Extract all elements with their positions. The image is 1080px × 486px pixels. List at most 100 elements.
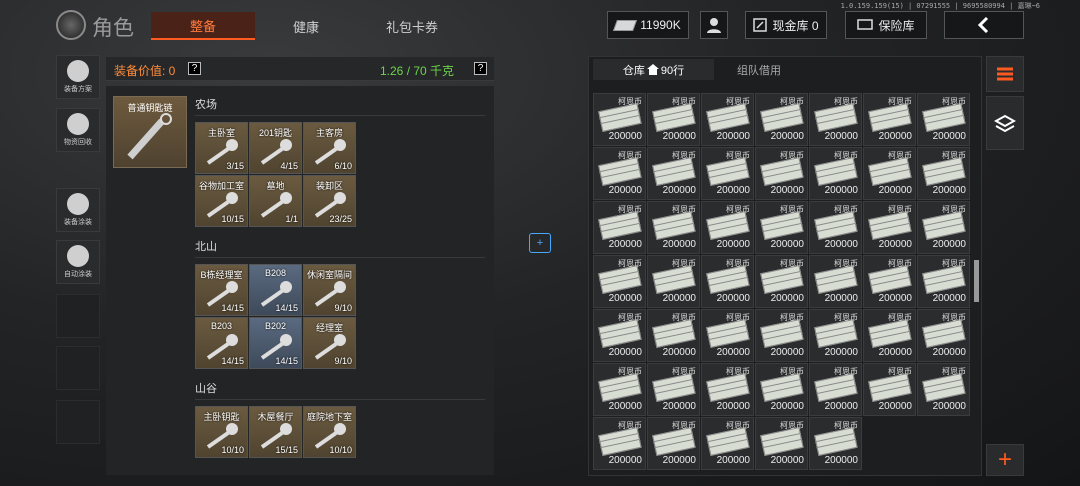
- item-count: 200000: [608, 293, 642, 304]
- money-value: 11990K: [640, 18, 681, 32]
- currency-item[interactable]: 柯恩币 200000: [593, 93, 646, 146]
- currency-item[interactable]: 柯恩币 200000: [809, 363, 862, 416]
- currency-item[interactable]: 柯恩币 200000: [755, 417, 808, 470]
- organize-button[interactable]: [986, 96, 1024, 150]
- key-slot[interactable]: 庭院地下室 10/10: [303, 406, 356, 458]
- tab-equip[interactable]: 整备: [151, 12, 255, 40]
- item-name: 柯恩币: [780, 97, 804, 106]
- currency-item[interactable]: 柯恩币 200000: [755, 201, 808, 254]
- currency-item[interactable]: 柯恩币 200000: [917, 147, 970, 200]
- currency-item[interactable]: 柯恩币 200000: [809, 309, 862, 362]
- item-count: 200000: [932, 401, 966, 412]
- currency-item[interactable]: 柯恩币 200000: [647, 309, 700, 362]
- agent-button[interactable]: [700, 11, 728, 39]
- key-slot[interactable]: 经理室 9/10: [303, 317, 356, 369]
- currency-item[interactable]: 柯恩币 200000: [755, 309, 808, 362]
- currency-item[interactable]: 柯恩币 200000: [809, 255, 862, 308]
- key-slot[interactable]: 装卸区 23/25: [303, 175, 356, 227]
- key-slot[interactable]: B208 14/15: [249, 264, 302, 316]
- currency-item[interactable]: 柯恩币 200000: [593, 255, 646, 308]
- currency-item[interactable]: 柯恩币 200000: [593, 201, 646, 254]
- key-slot[interactable]: B栋经理室 14/15: [195, 264, 248, 316]
- currency-item[interactable]: 柯恩币 200000: [755, 363, 808, 416]
- key-name: 主卧钥匙: [203, 412, 240, 422]
- scrollbar[interactable]: [974, 260, 979, 302]
- currency-item[interactable]: 柯恩币 200000: [647, 363, 700, 416]
- sort-button[interactable]: [986, 56, 1024, 92]
- currency-item[interactable]: 柯恩币 200000: [917, 255, 970, 308]
- sidebar-auto-paint[interactable]: 自动涂装: [56, 240, 100, 284]
- back-arrow-icon: [977, 17, 989, 33]
- currency-item[interactable]: 柯恩币 200000: [755, 93, 808, 146]
- key-slot[interactable]: 谷物加工室 10/15: [195, 175, 248, 227]
- currency-item[interactable]: 柯恩币 200000: [917, 201, 970, 254]
- keychain-slot[interactable]: 普通钥匙链: [113, 96, 187, 168]
- currency-item[interactable]: 柯恩币 200000: [701, 201, 754, 254]
- cash-bundle-icon: [598, 373, 642, 403]
- warehouse-rows: 90行: [660, 64, 685, 77]
- key-slot[interactable]: 主卧室 3/15: [195, 122, 248, 174]
- cash-bundle-icon: [814, 319, 858, 349]
- currency-item[interactable]: 柯恩币 200000: [593, 363, 646, 416]
- key-slot[interactable]: B202 14/15: [249, 317, 302, 369]
- item-name: 柯恩币: [942, 367, 966, 376]
- currency-item[interactable]: 柯恩币 200000: [917, 93, 970, 146]
- cash-bundle-icon: [760, 373, 804, 403]
- currency-item[interactable]: 柯恩币 200000: [863, 309, 916, 362]
- currency-item[interactable]: 柯恩币 200000: [647, 93, 700, 146]
- currency-item[interactable]: 柯恩币 200000: [647, 417, 700, 470]
- sidebar-equip-plan[interactable]: 装备方案: [56, 55, 100, 99]
- currency-item[interactable]: 柯恩币 200000: [809, 147, 862, 200]
- key-slot[interactable]: B203 14/15: [195, 317, 248, 369]
- currency-item[interactable]: 柯恩币 200000: [701, 309, 754, 362]
- currency-item[interactable]: 柯恩币 200000: [863, 363, 916, 416]
- add-button[interactable]: +: [986, 444, 1024, 476]
- currency-item[interactable]: 柯恩币 200000: [809, 201, 862, 254]
- expand-toggle[interactable]: +: [529, 233, 551, 253]
- safe-button[interactable]: 保险库: [845, 11, 927, 39]
- help-icon[interactable]: ?: [474, 62, 487, 75]
- currency-item[interactable]: 柯恩币 200000: [917, 309, 970, 362]
- sidebar-paint[interactable]: 装备涂装: [56, 188, 100, 232]
- currency-item[interactable]: 柯恩币 200000: [647, 147, 700, 200]
- key-slot[interactable]: 主卧钥匙 10/10: [195, 406, 248, 458]
- currency-item[interactable]: 柯恩币 200000: [701, 363, 754, 416]
- cash-vault-button[interactable]: 现金库 0: [745, 11, 827, 39]
- key-name: 主客房: [315, 128, 343, 138]
- currency-item[interactable]: 柯恩币 200000: [755, 147, 808, 200]
- currency-item[interactable]: 柯恩币 200000: [593, 417, 646, 470]
- item-count: 200000: [608, 455, 642, 466]
- currency-item[interactable]: 柯恩币 200000: [863, 93, 916, 146]
- key-slot[interactable]: 201钥匙 4/15: [249, 122, 302, 174]
- currency-item[interactable]: 柯恩币 200000: [917, 363, 970, 416]
- currency-item[interactable]: 柯恩币 200000: [647, 201, 700, 254]
- tab-gift[interactable]: 礼包卡券: [360, 12, 464, 40]
- currency-item[interactable]: 柯恩币 200000: [593, 147, 646, 200]
- currency-item[interactable]: 柯恩币 200000: [593, 309, 646, 362]
- currency-item[interactable]: 柯恩币 200000: [863, 147, 916, 200]
- currency-item[interactable]: 柯恩币 200000: [755, 255, 808, 308]
- back-button[interactable]: [944, 11, 1024, 39]
- currency-item[interactable]: 柯恩币 200000: [701, 147, 754, 200]
- item-name: 柯恩币: [726, 259, 750, 268]
- key-slot[interactable]: 主客房 6/10: [303, 122, 356, 174]
- tab-health[interactable]: 健康: [258, 12, 354, 40]
- tab-team-borrow[interactable]: 组队借用: [717, 59, 801, 80]
- stack-icon: [997, 67, 1013, 81]
- sidebar-recycle[interactable]: 物资回收: [56, 108, 100, 152]
- tab-warehouse[interactable]: 仓库 90行: [593, 59, 714, 80]
- currency-item[interactable]: 柯恩币 200000: [701, 93, 754, 146]
- help-icon[interactable]: ?: [188, 62, 201, 75]
- currency-item[interactable]: 柯恩币 200000: [863, 255, 916, 308]
- currency-item[interactable]: 柯恩币 200000: [863, 201, 916, 254]
- key-slot[interactable]: 休闲室隔间 9/10: [303, 264, 356, 316]
- currency-item[interactable]: 柯恩币 200000: [809, 417, 862, 470]
- currency-item[interactable]: 柯恩币 200000: [647, 255, 700, 308]
- key-slot[interactable]: 木屋餐厅 15/15: [249, 406, 302, 458]
- currency-item[interactable]: 柯恩币 200000: [809, 93, 862, 146]
- item-count: 200000: [932, 347, 966, 358]
- key-slot[interactable]: 墓地 1/1: [249, 175, 302, 227]
- currency-item[interactable]: 柯恩币 200000: [701, 417, 754, 470]
- currency-item[interactable]: 柯恩币 200000: [701, 255, 754, 308]
- key-count: 9/10: [334, 303, 352, 313]
